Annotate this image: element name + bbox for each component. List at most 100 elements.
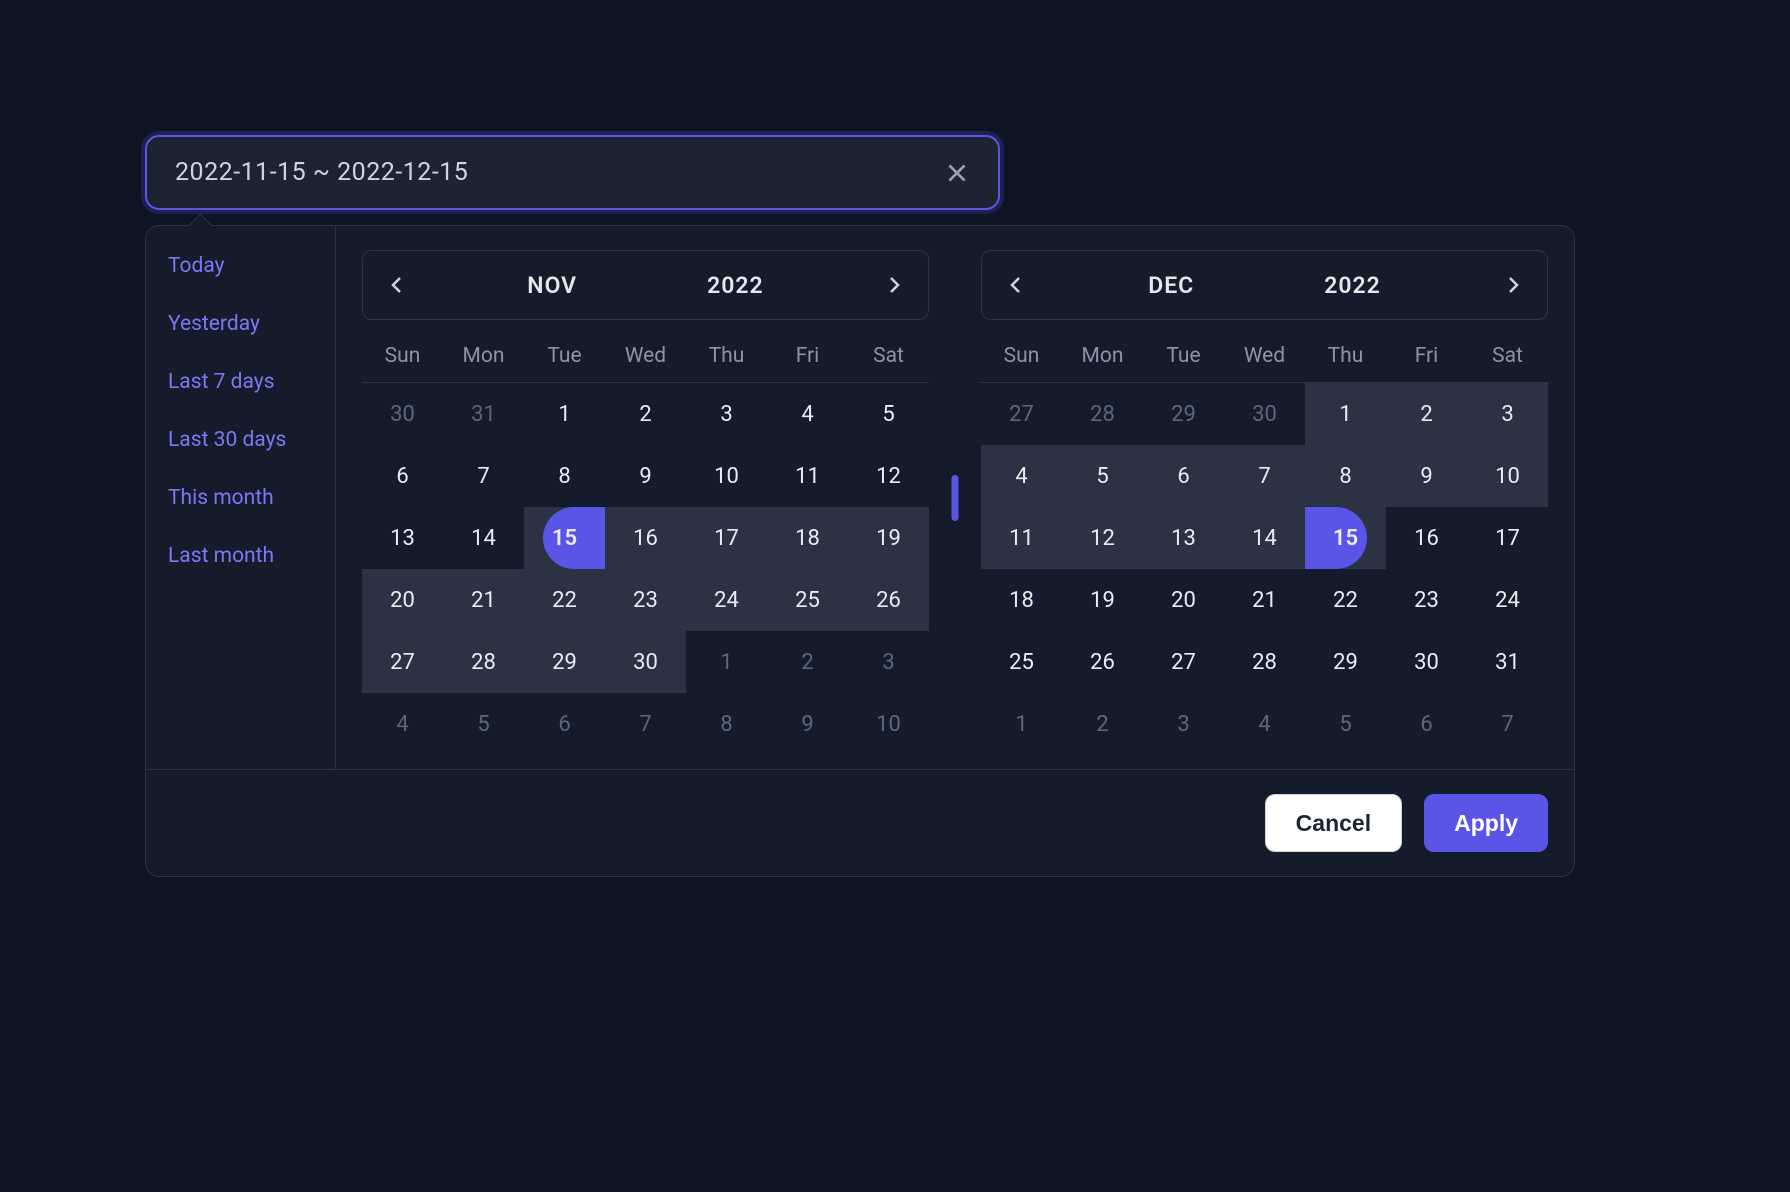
calendar-day[interactable]: 2 bbox=[1386, 383, 1467, 445]
shortcut-item[interactable]: This month bbox=[168, 486, 313, 510]
calendar-day[interactable]: 7 bbox=[443, 445, 524, 507]
calendar-month[interactable]: NOV bbox=[527, 272, 577, 299]
calendar-day[interactable]: 10 bbox=[1467, 445, 1548, 507]
calendar-day[interactable]: 20 bbox=[1143, 569, 1224, 631]
calendar-day[interactable]: 7 bbox=[1467, 693, 1548, 755]
calendar-day[interactable]: 5 bbox=[1305, 693, 1386, 755]
calendar-day[interactable]: 6 bbox=[1386, 693, 1467, 755]
chevron-right-icon[interactable] bbox=[882, 273, 906, 297]
date-range-input[interactable]: 2022-11-15 ~ 2022-12-15 bbox=[145, 135, 1000, 210]
calendar-day[interactable]: 24 bbox=[686, 569, 767, 631]
shortcut-item[interactable]: Today bbox=[168, 254, 313, 278]
divider-handle[interactable] bbox=[952, 475, 959, 521]
calendar-day[interactable]: 10 bbox=[848, 693, 929, 755]
calendar-day[interactable]: 1 bbox=[686, 631, 767, 693]
calendar-day[interactable]: 16 bbox=[1386, 507, 1467, 569]
calendar-day[interactable]: 6 bbox=[1143, 445, 1224, 507]
calendar-day[interactable]: 2 bbox=[605, 383, 686, 445]
calendar-title[interactable]: NOV 2022 bbox=[409, 272, 882, 299]
calendar-day[interactable]: 21 bbox=[443, 569, 524, 631]
calendar-day[interactable]: 6 bbox=[362, 445, 443, 507]
calendar-day[interactable]: 28 bbox=[443, 631, 524, 693]
calendar-day[interactable]: 31 bbox=[443, 383, 524, 445]
calendar-day[interactable]: 1 bbox=[524, 383, 605, 445]
calendar-year[interactable]: 2022 bbox=[1324, 272, 1381, 299]
calendar-day[interactable]: 3 bbox=[1143, 693, 1224, 755]
calendar-day[interactable]: 12 bbox=[1062, 507, 1143, 569]
calendar-day[interactable]: 29 bbox=[1305, 631, 1386, 693]
calendar-day[interactable]: 5 bbox=[1062, 445, 1143, 507]
calendar-day[interactable]: 29 bbox=[1143, 383, 1224, 445]
calendar-day[interactable]: 13 bbox=[1143, 507, 1224, 569]
calendar-day[interactable]: 17 bbox=[1467, 507, 1548, 569]
calendar-day[interactable]: 25 bbox=[981, 631, 1062, 693]
calendar-day[interactable]: 29 bbox=[524, 631, 605, 693]
calendar-day[interactable]: 1 bbox=[1305, 383, 1386, 445]
calendar-day[interactable]: 4 bbox=[981, 445, 1062, 507]
calendar-day[interactable]: 17 bbox=[686, 507, 767, 569]
chevron-right-icon[interactable] bbox=[1501, 273, 1525, 297]
calendar-day[interactable]: 8 bbox=[1305, 445, 1386, 507]
calendar-day[interactable]: 13 bbox=[362, 507, 443, 569]
calendar-day[interactable]: 21 bbox=[1224, 569, 1305, 631]
calendar-day[interactable]: 20 bbox=[362, 569, 443, 631]
calendar-day[interactable]: 26 bbox=[848, 569, 929, 631]
calendar-day[interactable]: 5 bbox=[443, 693, 524, 755]
calendar-day[interactable]: 26 bbox=[1062, 631, 1143, 693]
calendar-day[interactable]: 3 bbox=[1467, 383, 1548, 445]
calendar-day[interactable]: 2 bbox=[1062, 693, 1143, 755]
calendar-day[interactable]: 28 bbox=[1224, 631, 1305, 693]
calendar-day[interactable]: 23 bbox=[1386, 569, 1467, 631]
clear-icon[interactable] bbox=[944, 160, 970, 186]
calendar-year[interactable]: 2022 bbox=[707, 272, 764, 299]
calendar-day[interactable]: 27 bbox=[1143, 631, 1224, 693]
calendar-day[interactable]: 2 bbox=[767, 631, 848, 693]
calendar-day[interactable]: 8 bbox=[524, 445, 605, 507]
shortcut-item[interactable]: Yesterday bbox=[168, 312, 313, 336]
apply-button[interactable]: Apply bbox=[1424, 794, 1548, 852]
calendar-day[interactable]: 9 bbox=[605, 445, 686, 507]
calendar-day[interactable]: 7 bbox=[1224, 445, 1305, 507]
calendar-day[interactable]: 16 bbox=[605, 507, 686, 569]
calendar-day[interactable]: 14 bbox=[443, 507, 524, 569]
cancel-button[interactable]: Cancel bbox=[1265, 794, 1402, 852]
calendar-day[interactable]: 19 bbox=[1062, 569, 1143, 631]
calendar-day[interactable]: 28 bbox=[1062, 383, 1143, 445]
calendar-day[interactable]: 27 bbox=[362, 631, 443, 693]
calendar-day[interactable]: 4 bbox=[1224, 693, 1305, 755]
calendar-day[interactable]: 22 bbox=[524, 569, 605, 631]
calendar-day[interactable]: 14 bbox=[1224, 507, 1305, 569]
calendar-title[interactable]: DEC 2022 bbox=[1028, 272, 1501, 299]
calendar-day[interactable]: 27 bbox=[981, 383, 1062, 445]
calendar-day[interactable]: 30 bbox=[362, 383, 443, 445]
calendar-day[interactable]: 18 bbox=[767, 507, 848, 569]
calendar-day[interactable]: 3 bbox=[686, 383, 767, 445]
calendar-day[interactable]: 11 bbox=[767, 445, 848, 507]
calendar-day[interactable]: 12 bbox=[848, 445, 929, 507]
calendar-day[interactable]: 30 bbox=[605, 631, 686, 693]
calendar-day[interactable]: 8 bbox=[686, 693, 767, 755]
calendar-day[interactable]: 10 bbox=[686, 445, 767, 507]
calendar-day[interactable]: 19 bbox=[848, 507, 929, 569]
calendar-day[interactable]: 25 bbox=[767, 569, 848, 631]
calendar-day[interactable]: 31 bbox=[1467, 631, 1548, 693]
calendar-day[interactable]: 9 bbox=[1386, 445, 1467, 507]
calendar-day[interactable]: 5 bbox=[848, 383, 929, 445]
calendar-day[interactable]: 18 bbox=[981, 569, 1062, 631]
calendar-day[interactable]: 4 bbox=[362, 693, 443, 755]
calendar-day[interactable]: 23 bbox=[605, 569, 686, 631]
calendar-day[interactable]: 11 bbox=[981, 507, 1062, 569]
calendar-day[interactable]: 15 bbox=[1305, 507, 1386, 569]
calendar-day[interactable]: 6 bbox=[524, 693, 605, 755]
shortcut-item[interactable]: Last 7 days bbox=[168, 370, 313, 394]
calendar-day[interactable]: 1 bbox=[981, 693, 1062, 755]
calendar-day[interactable]: 30 bbox=[1386, 631, 1467, 693]
calendar-day[interactable]: 7 bbox=[605, 693, 686, 755]
calendar-day[interactable]: 15 bbox=[524, 507, 605, 569]
calendar-day[interactable]: 24 bbox=[1467, 569, 1548, 631]
calendar-day[interactable]: 30 bbox=[1224, 383, 1305, 445]
calendar-month[interactable]: DEC bbox=[1148, 272, 1194, 299]
shortcut-item[interactable]: Last 30 days bbox=[168, 428, 313, 452]
shortcut-item[interactable]: Last month bbox=[168, 544, 313, 568]
calendar-day[interactable]: 4 bbox=[767, 383, 848, 445]
